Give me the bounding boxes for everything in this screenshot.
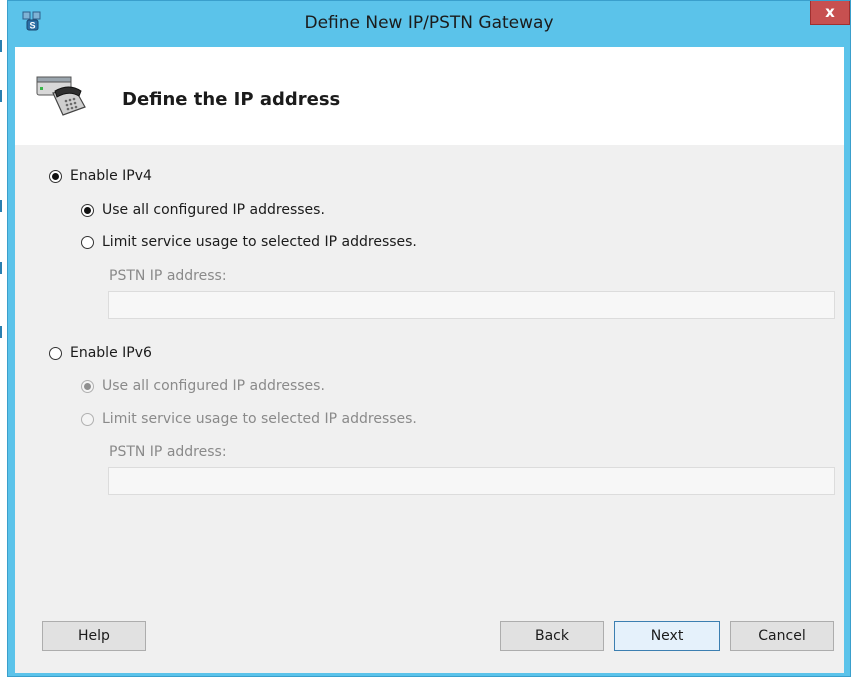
close-button[interactable]: x (810, 1, 850, 25)
next-button[interactable]: Next (614, 621, 720, 651)
background-mark (0, 90, 2, 102)
telephone-gateway-icon (36, 76, 86, 116)
ipv6-pstn-ip-label: PSTN IP address: (109, 444, 227, 460)
enable-ipv6-radio-row[interactable]: Enable IPv6 (49, 345, 152, 361)
dialog-body: Define the IP address Enable IPv4 Use al… (15, 47, 844, 673)
ipv6-limit-row[interactable]: Limit service usage to selected IP addre… (81, 411, 417, 427)
ipv6-use-all-label: Use all configured IP addresses. (102, 378, 325, 394)
help-button[interactable]: Help (42, 621, 146, 651)
enable-ipv6-radio[interactable] (49, 346, 62, 360)
radio-selected-dot (84, 382, 91, 390)
background-mark (0, 40, 2, 52)
ipv6-limit-radio[interactable] (81, 412, 94, 426)
dialog-window: S Define New IP/PSTN Gateway x Define th… (7, 0, 851, 677)
background-strip (0, 0, 7, 678)
enable-ipv6-label: Enable IPv6 (70, 345, 152, 361)
cancel-button[interactable]: Cancel (730, 621, 834, 651)
ipv4-limit-row[interactable]: Limit service usage to selected IP addre… (81, 234, 417, 250)
back-button[interactable]: Back (500, 621, 604, 651)
ipv6-pstn-ip-input[interactable] (108, 467, 835, 495)
enable-ipv4-radio[interactable] (49, 169, 62, 183)
radio-selected-dot (52, 172, 59, 180)
ipv6-use-all-radio[interactable] (81, 379, 94, 393)
ipv6-use-all-row[interactable]: Use all configured IP addresses. (81, 378, 325, 394)
ipv4-pstn-ip-label: PSTN IP address: (109, 268, 227, 284)
page-title: Define the IP address (122, 89, 341, 110)
title-bar[interactable]: S Define New IP/PSTN Gateway x (8, 1, 850, 47)
ipv4-use-all-label: Use all configured IP addresses. (102, 202, 325, 218)
window-title: Define New IP/PSTN Gateway (304, 13, 554, 33)
background-mark (0, 326, 2, 338)
ipv4-use-all-radio[interactable] (81, 203, 94, 217)
radio-selected-dot (84, 206, 91, 214)
ipv4-use-all-row[interactable]: Use all configured IP addresses. (81, 202, 325, 218)
enable-ipv4-label: Enable IPv4 (70, 168, 152, 184)
background-mark (0, 262, 2, 274)
ipv4-limit-label: Limit service usage to selected IP addre… (102, 234, 417, 250)
ipv4-pstn-ip-input[interactable] (108, 291, 835, 319)
background-mark (0, 200, 2, 212)
ipv4-limit-radio[interactable] (81, 235, 94, 249)
wizard-header: Define the IP address (15, 47, 844, 145)
enable-ipv4-radio-row[interactable]: Enable IPv4 (49, 168, 152, 184)
ipv6-limit-label: Limit service usage to selected IP addre… (102, 411, 417, 427)
